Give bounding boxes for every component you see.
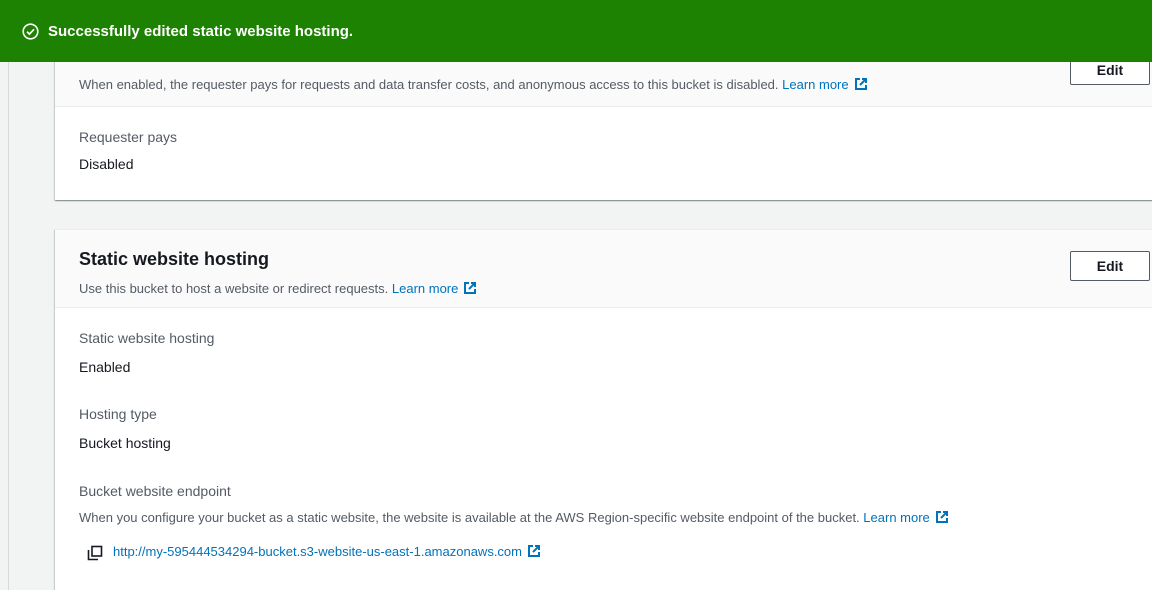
static-hosting-status-value: Enabled — [79, 359, 131, 375]
static-hosting-description-text: Use this bucket to host a website or red… — [79, 281, 389, 296]
hosting-type-value: Bucket hosting — [79, 435, 171, 451]
copy-icon[interactable] — [87, 545, 103, 561]
requester-pays-label: Requester pays — [79, 129, 178, 145]
requester-pays-value: Disabled — [79, 156, 134, 172]
page: Edit When enabled, the requester pays fo… — [0, 0, 1152, 590]
endpoint-description-text: When you configure your bucket as a stat… — [79, 510, 860, 525]
external-link-icon — [853, 76, 869, 95]
endpoint-description: When you configure your bucket as a stat… — [79, 509, 950, 528]
success-flash-banner: Successfully edited static website hosti… — [0, 0, 1152, 62]
external-link-icon — [934, 509, 950, 528]
flash-message: Successfully edited static website hosti… — [48, 22, 354, 40]
left-rail — [0, 0, 9, 590]
requester-pays-description: When enabled, the requester pays for req… — [79, 76, 869, 95]
static-hosting-edit-button[interactable]: Edit — [1070, 251, 1150, 281]
static-hosting-description: Use this bucket to host a website or red… — [79, 280, 478, 299]
external-link-icon — [526, 543, 542, 562]
panel-title: Static website hosting — [79, 249, 270, 269]
requester-pays-learn-more-link[interactable]: Learn more — [782, 77, 868, 92]
hosting-type-label: Hosting type — [79, 406, 157, 422]
endpoint-url-link[interactable]: http://my-595444534294-bucket.s3-website… — [113, 543, 542, 562]
static-hosting-learn-more-link[interactable]: Learn more — [392, 281, 478, 296]
static-website-hosting-panel: Static website hosting Use this bucket t… — [55, 229, 1152, 590]
external-link-icon — [462, 280, 478, 299]
endpoint-learn-more-link[interactable]: Learn more — [863, 510, 949, 525]
requester-pays-description-text: When enabled, the requester pays for req… — [79, 77, 779, 92]
check-circle-icon — [22, 22, 39, 40]
endpoint-row: http://my-595444534294-bucket.s3-website… — [87, 543, 542, 562]
static-hosting-status-label: Static website hosting — [79, 330, 215, 346]
endpoint-label: Bucket website endpoint — [79, 483, 231, 499]
static-website-hosting-header: Static website hosting Use this bucket t… — [55, 230, 1152, 308]
